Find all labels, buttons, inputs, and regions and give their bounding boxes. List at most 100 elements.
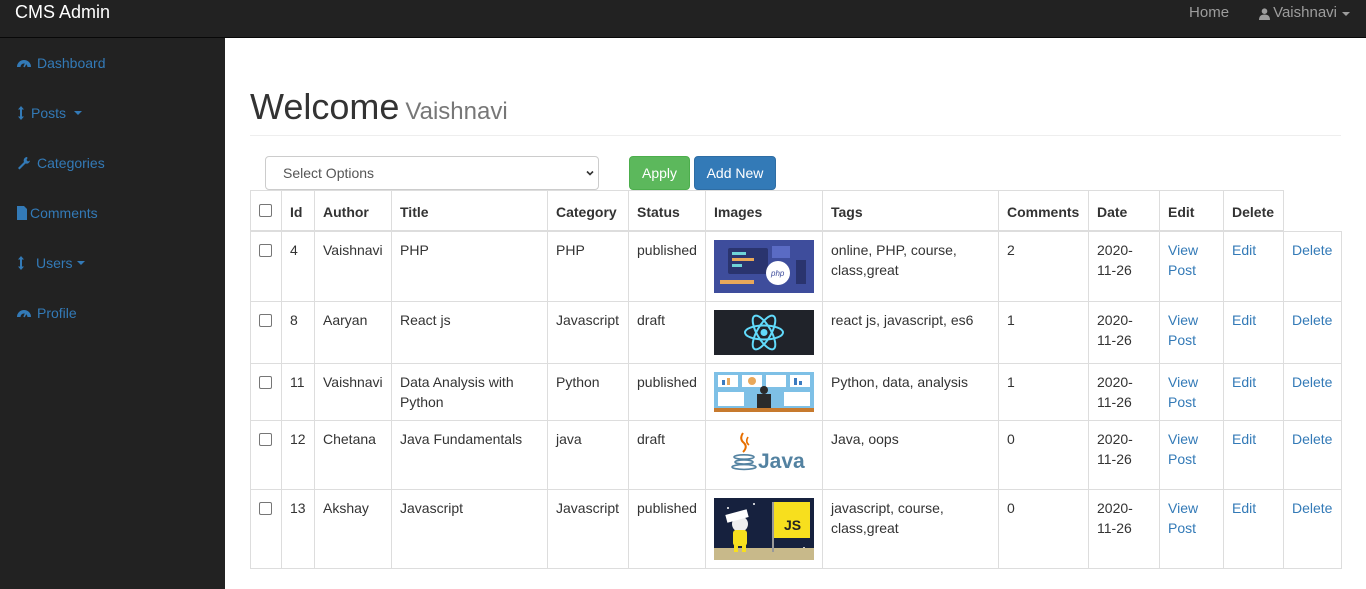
view-post-link[interactable]: View Post [1168,500,1198,536]
column-header-delete[interactable]: Delete [1223,190,1284,232]
column-header-author[interactable]: Author [314,190,392,232]
edit-link[interactable]: Edit [1232,242,1256,258]
chevron-down-icon [74,111,83,115]
dashboard-icon [17,310,31,318]
table-row: 13 Akshay Javascript Javascript publishe… [250,489,1342,569]
post-thumbnail-java[interactable]: Java [714,429,814,481]
row-checkbox[interactable] [259,314,272,327]
cell-delete: Delete [1283,363,1342,421]
bulk-options-value: Select Options [283,165,375,181]
column-header-status[interactable]: Status [628,190,706,232]
delete-link[interactable]: Delete [1292,312,1332,328]
cell-tags: Java, oops [822,420,999,490]
table-row: 8 Aaryan React js Javascript draft react… [250,301,1342,364]
cell-comments: 2 [998,230,1089,302]
cell-date: 2020-11-26 [1088,301,1160,364]
column-header-id[interactable]: Id [281,190,315,232]
dashboard-icon [17,60,31,68]
cell-category: Javascript [547,489,629,569]
chevron-down-icon [76,261,85,265]
edit-link[interactable]: Edit [1232,500,1256,516]
cell-title: Javascript [391,489,548,569]
top-nav: Home Vaishnavi [1174,0,1366,38]
column-header-spacer [1283,190,1342,231]
cell-image [705,301,823,364]
row-select-cell [250,420,282,490]
cell-status: draft [628,420,706,490]
add-new-button[interactable]: Add New [694,156,776,190]
cell-edit: Edit [1223,230,1284,302]
cell-edit: Edit [1223,301,1284,364]
column-header-title[interactable]: Title [391,190,548,232]
edit-link[interactable]: Edit [1232,312,1256,328]
file-icon [17,206,27,220]
svg-text:php: php [770,269,785,278]
row-checkbox[interactable] [259,244,272,257]
column-header-images[interactable]: Images [705,190,823,232]
row-checkbox[interactable] [259,376,272,389]
sidebar-item-label: Categories [37,155,105,171]
cell-category: Javascript [547,301,629,364]
column-header-date[interactable]: Date [1088,190,1160,232]
column-header-edit[interactable]: Edit [1159,190,1224,232]
view-post-link[interactable]: View Post [1168,242,1198,278]
row-select-cell [250,301,282,364]
sidebar-item-categories[interactable]: Categories [16,155,105,171]
column-header-comments[interactable]: Comments [998,190,1089,232]
sidebar-item-label: Profile [37,305,77,321]
row-checkbox[interactable] [259,433,272,446]
view-post-link[interactable]: View Post [1168,431,1198,467]
cell-view: View Post [1159,230,1224,302]
column-header-tags[interactable]: Tags [822,190,999,232]
bulk-options-select[interactable]: Select Options [265,156,599,190]
select-all-checkbox[interactable] [259,204,272,217]
sidebar-item-users[interactable]: Users [16,255,85,271]
cell-title: React js [391,301,548,364]
cell-edit: Edit [1223,489,1284,569]
page-title: Welcome Vaishnavi [250,87,508,132]
cell-date: 2020-11-26 [1088,363,1160,421]
table-header-row: Id Author Title Category Status Images T… [250,190,1342,232]
sidebar-item-comments[interactable]: Comments [16,205,98,221]
cell-view: View Post [1159,420,1224,490]
apply-button[interactable]: Apply [629,156,690,190]
post-thumbnail-javascript[interactable]: JS [714,498,814,560]
post-thumbnail-php[interactable]: php [714,240,814,293]
cell-id: 13 [281,489,315,569]
delete-link[interactable]: Delete [1292,431,1332,447]
cell-id: 4 [281,230,315,302]
svg-text:Java: Java [758,450,805,473]
brand-title[interactable]: CMS Admin [15,2,110,23]
sidebar-item-posts[interactable]: Posts [16,105,83,121]
post-thumbnail-react[interactable] [714,310,814,355]
post-thumbnail-data-analysis[interactable] [714,372,814,412]
column-header-category[interactable]: Category [547,190,629,232]
select-all-cell [250,190,282,232]
row-select-cell [250,363,282,421]
wrench-icon [18,157,30,170]
cell-status: published [628,363,706,421]
cell-author: Chetana [314,420,392,490]
view-post-link[interactable]: View Post [1168,312,1198,348]
cell-comments: 0 [998,420,1089,490]
sidebar: Dashboard Posts Categories Comments User… [0,38,225,589]
cell-delete: Delete [1283,301,1342,364]
top-navbar: CMS Admin Home Vaishnavi [0,0,1366,38]
user-menu[interactable]: Vaishnavi [1244,0,1366,38]
cell-tags: Python, data, analysis [822,363,999,421]
cell-category: PHP [547,230,629,302]
sidebar-item-dashboard[interactable]: Dashboard [16,55,106,71]
delete-link[interactable]: Delete [1292,242,1332,258]
delete-link[interactable]: Delete [1292,374,1332,390]
home-link[interactable]: Home [1174,0,1244,38]
vertical-arrows-icon [18,106,24,120]
table-row: 11 Vaishnavi Data Analysis with Python P… [250,363,1342,421]
sidebar-item-profile[interactable]: Profile [16,305,77,321]
view-post-link[interactable]: View Post [1168,374,1198,410]
edit-link[interactable]: Edit [1232,431,1256,447]
posts-table: Id Author Title Category Status Images T… [250,190,1342,569]
sidebar-item-label: Posts [31,105,67,121]
edit-link[interactable]: Edit [1232,374,1256,390]
row-checkbox[interactable] [259,502,272,515]
delete-link[interactable]: Delete [1292,500,1332,516]
